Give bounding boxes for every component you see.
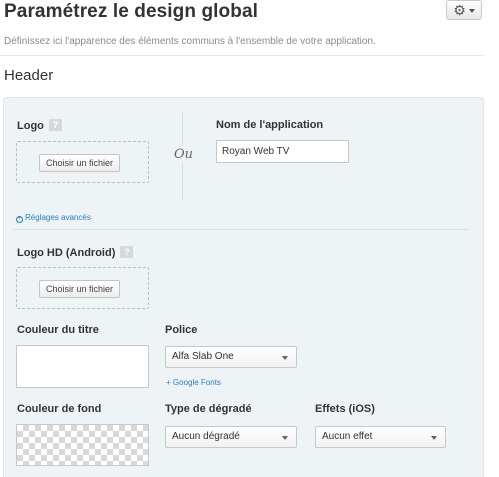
gear-icon: ⚙ xyxy=(453,2,466,18)
gradient-label: Type de dégradé xyxy=(165,403,252,415)
effects-label: Effets (iOS) xyxy=(315,403,375,415)
font-select-value: Alfa Slab One xyxy=(172,351,234,362)
logo-label-text: Logo xyxy=(17,120,44,132)
gradient-select-value: Aucun dégradé xyxy=(172,431,240,442)
logo-hd-help-icon[interactable]: ? xyxy=(120,246,134,258)
title-color-label: Couleur du titre xyxy=(17,324,99,336)
google-fonts-link[interactable]: + Google Fonts xyxy=(166,378,221,387)
or-separator: Ou xyxy=(174,146,194,163)
gradient-select[interactable]: Aucun dégradé xyxy=(165,426,297,448)
section-title-header: Header xyxy=(4,67,54,84)
chevron-down-icon xyxy=(431,436,437,440)
font-label: Police xyxy=(165,324,198,336)
title-color-picker[interactable] xyxy=(16,345,149,388)
logo-hd-label: Logo HD (Android)? xyxy=(17,246,134,259)
app-name-label: Nom de l'application xyxy=(216,119,324,131)
logo-hd-choose-file-button[interactable]: Choisir un fichier xyxy=(39,280,121,298)
advanced-settings-link[interactable]: + Réglages avancés xyxy=(16,213,91,223)
advanced-settings-text[interactable]: Réglages avancés xyxy=(25,213,91,222)
effects-select[interactable]: Aucun effet xyxy=(315,426,446,448)
app-name-input[interactable]: Royan Web TV xyxy=(216,140,349,163)
chevron-down-icon xyxy=(282,436,288,440)
logo-hd-label-text: Logo HD (Android) xyxy=(17,247,116,259)
background-color-picker[interactable] xyxy=(16,424,149,466)
divider xyxy=(13,229,469,230)
font-select[interactable]: Alfa Slab One xyxy=(165,346,297,368)
page-title: Paramétrez le design global xyxy=(4,1,259,22)
plus-circle-icon: + xyxy=(16,216,23,223)
page-subtitle: Définissez ici l'apparence des éléments … xyxy=(4,36,376,47)
logo-choose-file-button[interactable]: Choisir un fichier xyxy=(39,154,121,172)
caret-down-icon xyxy=(468,8,475,13)
logo-label: Logo? xyxy=(17,119,62,132)
divider xyxy=(0,55,484,56)
settings-dropdown-button[interactable]: ⚙ xyxy=(446,0,482,20)
chevron-down-icon xyxy=(282,356,288,360)
background-color-label: Couleur de fond xyxy=(17,403,102,415)
logo-help-icon[interactable]: ? xyxy=(48,119,62,131)
effects-select-value: Aucun effet xyxy=(322,431,373,442)
